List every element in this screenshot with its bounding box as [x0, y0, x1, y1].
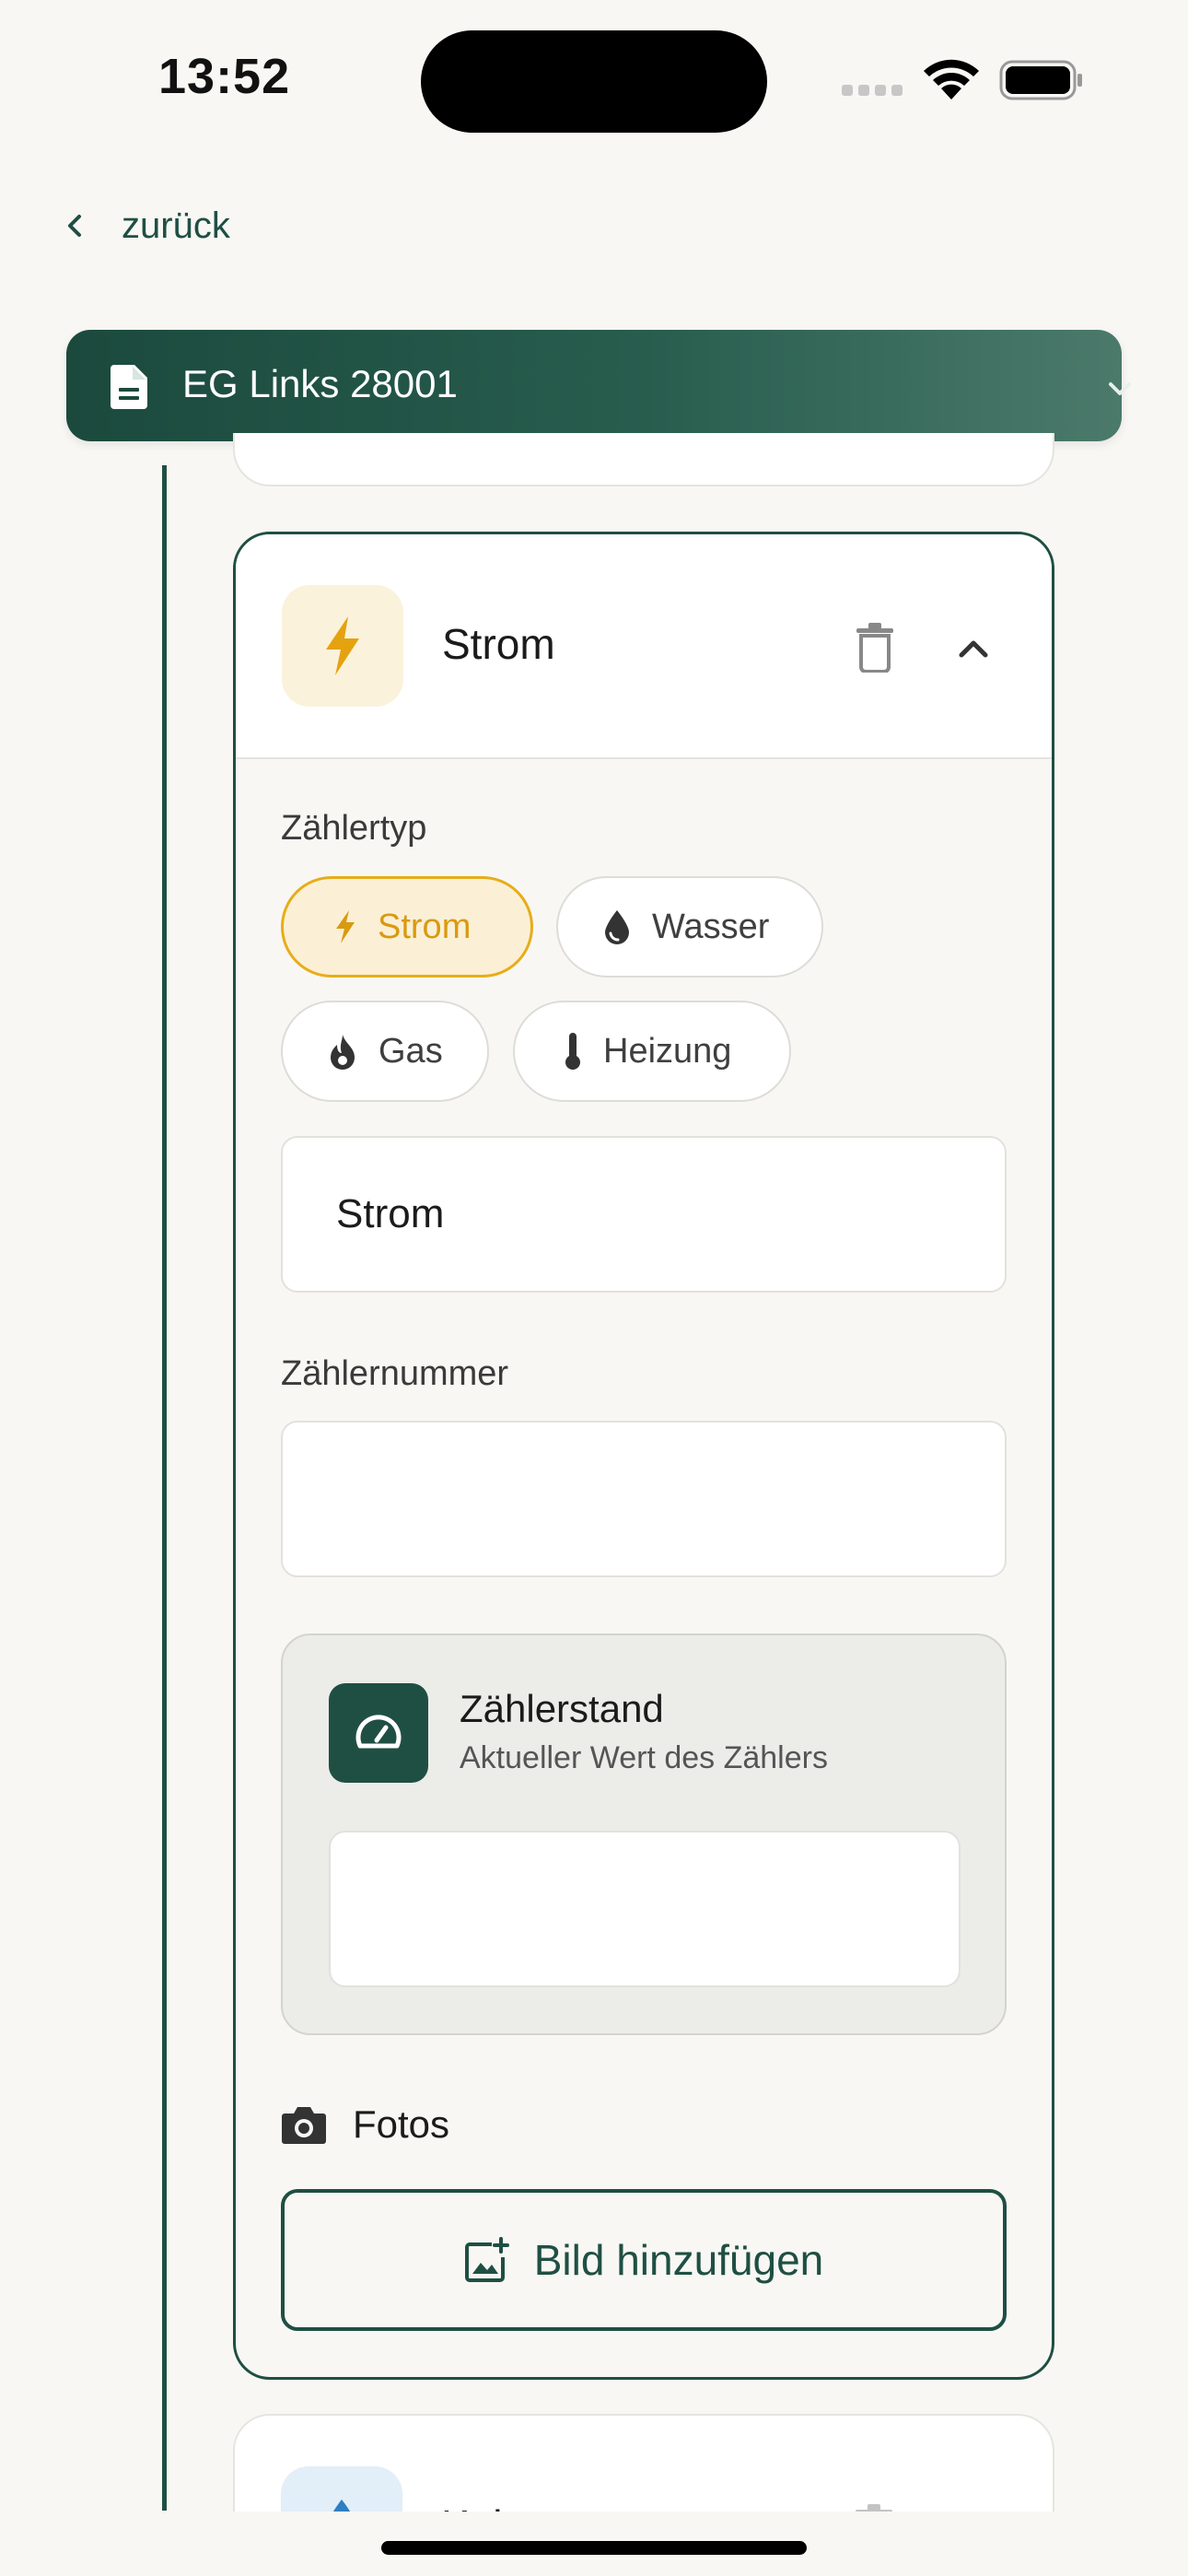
- chip-wasser[interactable]: Wasser: [556, 876, 823, 978]
- photos-label: Fotos: [353, 2102, 450, 2146]
- back-button[interactable]: zurück: [57, 193, 230, 258]
- home-indicator[interactable]: [381, 2541, 807, 2555]
- water-drop-icon: [605, 910, 629, 944]
- back-label: zurück: [122, 205, 230, 246]
- meter-reading-input[interactable]: [329, 1831, 961, 1987]
- flame-icon: [331, 1035, 355, 1070]
- camera-icon: [282, 2107, 326, 2144]
- cellular-signal-icon: [842, 85, 904, 98]
- chip-strom[interactable]: Strom: [281, 876, 533, 978]
- chevron-up-icon[interactable]: [954, 629, 993, 668]
- meter-card-header[interactable]: Strom: [236, 534, 1052, 759]
- tree-connector-line: [162, 465, 167, 2511]
- document-icon: [111, 365, 147, 409]
- status-bar: 13:52: [0, 0, 1188, 147]
- meter-reading-box: Zählerstand Aktueller Wert des Zählers: [281, 1633, 1007, 2035]
- add-photo-label: Bild hinzufügen: [533, 2236, 824, 2284]
- chevron-down-icon: [1109, 382, 1131, 395]
- meter-reading-subtitle: Aktueller Wert des Zählers: [460, 1740, 828, 1775]
- chip-label: Heizung: [603, 1031, 732, 1071]
- bolt-icon: [336, 910, 355, 943]
- battery-icon: [999, 60, 1082, 100]
- bolt-icon: [326, 616, 359, 675]
- meter-name-input[interactable]: Strom: [281, 1136, 1007, 1293]
- meter-number-label: Zählernummer: [281, 1354, 509, 1393]
- chip-label: Strom: [378, 907, 472, 946]
- unit-header[interactable]: EG Links 28001: [66, 330, 1131, 441]
- meter-reading-title: Zählerstand: [460, 1687, 664, 1730]
- chip-heizung[interactable]: Heizung: [513, 1001, 791, 1102]
- add-image-icon: [464, 2237, 509, 2282]
- thermometer-icon: [565, 1033, 580, 1070]
- chip-label: Gas: [379, 1031, 443, 1071]
- add-photo-button[interactable]: Bild hinzufügen: [281, 2189, 1007, 2331]
- gauge-tile: [329, 1683, 428, 1783]
- dynamic-island: [421, 30, 767, 133]
- chip-gas[interactable]: Gas: [281, 1001, 489, 1102]
- previous-meter-card[interactable]: [233, 433, 1054, 486]
- gauge-icon: [355, 1715, 402, 1749]
- chevron-left-icon: [68, 215, 81, 237]
- chip-label: Wasser: [652, 907, 770, 946]
- meter-type-label: Zählertyp: [281, 809, 427, 848]
- unit-title: EG Links 28001: [182, 362, 458, 405]
- meter-number-input[interactable]: [281, 1421, 1007, 1577]
- wifi-icon: [924, 59, 979, 100]
- meter-type-tile: [282, 585, 403, 707]
- trash-icon[interactable]: [855, 623, 895, 673]
- status-time: 13:52: [158, 49, 291, 104]
- meter-card-title: Strom: [442, 620, 555, 668]
